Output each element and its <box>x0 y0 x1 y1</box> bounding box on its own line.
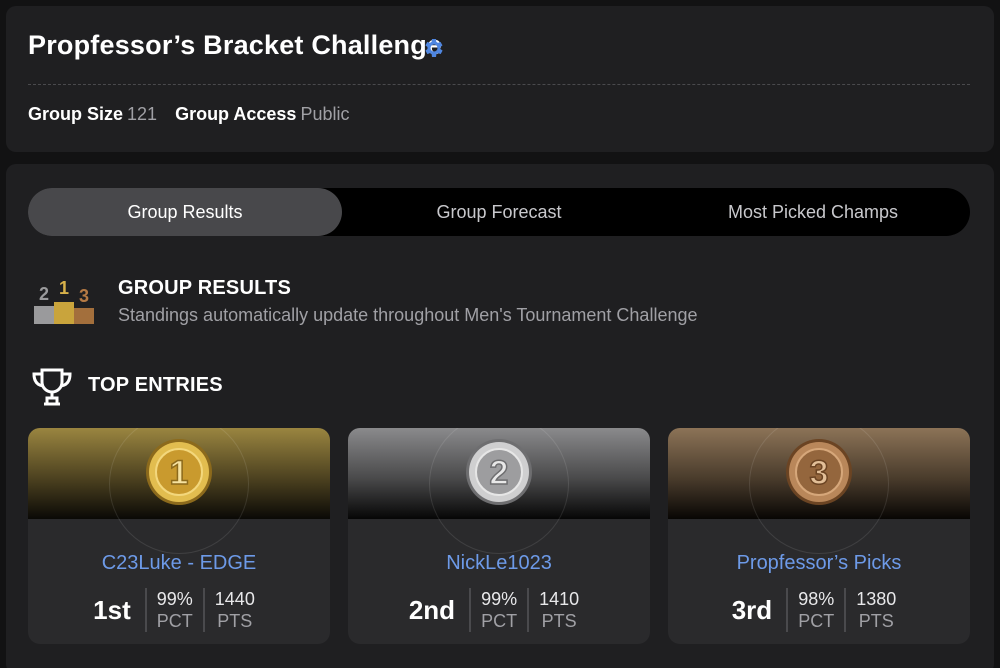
group-title: Propfessor’s Bracket Challenge <box>28 30 443 60</box>
entry-card-1[interactable]: 1 C23Luke - EDGE 1st 99% PCT 1440 PTS <box>28 428 330 644</box>
pct-label: PCT <box>156 611 193 631</box>
tab-group-forecast[interactable]: Group Forecast <box>342 188 656 236</box>
group-size: Group Size 121 <box>28 104 157 125</box>
pts-label: PTS <box>217 611 253 631</box>
entry-stats: 1st 99% PCT 1440 PTS <box>28 588 330 632</box>
entry-stats: 2nd 99% PCT 1410 PTS <box>348 588 650 632</box>
svg-text:2: 2 <box>490 454 509 492</box>
group-access-label: Group Access <box>175 104 297 124</box>
tab-bar: Group Results Group Forecast Most Picked… <box>28 188 970 236</box>
entry-name[interactable]: NickLe1023 <box>348 552 650 575</box>
pct-value: 99% <box>481 589 518 609</box>
pts-value: 1410 <box>539 589 580 609</box>
entry-rank: 2nd <box>408 594 456 625</box>
entry-rank: 3rd <box>731 594 773 625</box>
pts-label: PTS <box>541 611 577 631</box>
pct-value: 98% <box>798 589 835 609</box>
group-access-value: Public <box>300 104 350 124</box>
group-header-panel: Propfessor’s Bracket Challenge Group Siz… <box>6 6 994 152</box>
trophy-icon <box>32 368 72 406</box>
entry-name[interactable]: Propfessor’s Picks <box>668 552 970 575</box>
bronze-medal-icon: 3 <box>786 439 852 505</box>
section-subtitle: Standings automatically update throughou… <box>118 305 698 325</box>
entry-card-3[interactable]: 3 Propfessor’s Picks 3rd 98% PCT 1380 PT… <box>668 428 970 644</box>
entry-pts: 1380 PTS <box>844 588 906 632</box>
group-meta: Group Size 121 Group Access Public <box>28 104 349 125</box>
svg-text:2: 2 <box>39 284 49 304</box>
svg-text:1: 1 <box>170 454 189 492</box>
pct-label: PCT <box>798 611 835 631</box>
svg-text:3: 3 <box>810 454 829 492</box>
entry-pts: 1440 PTS <box>202 588 265 632</box>
pct-label: PCT <box>481 611 518 631</box>
group-size-value: 121 <box>127 104 158 124</box>
gold-medal-icon: 1 <box>146 439 212 505</box>
entry-pct: 98% PCT <box>786 588 844 632</box>
svg-text:1: 1 <box>59 278 69 298</box>
pts-value: 1440 <box>214 589 255 609</box>
pts-value: 1380 <box>856 589 897 609</box>
tab-most-picked-champs[interactable]: Most Picked Champs <box>656 188 970 236</box>
entry-name[interactable]: C23Luke - EDGE <box>28 552 330 575</box>
silver-medal-icon: 2 <box>466 439 532 505</box>
header-divider <box>28 84 970 85</box>
pts-label: PTS <box>858 611 894 631</box>
entry-rank: 1st <box>93 594 131 625</box>
pct-value: 99% <box>156 589 193 609</box>
gear-icon[interactable] <box>422 36 446 60</box>
group-results-panel: Group Results Group Forecast Most Picked… <box>6 164 994 668</box>
entry-pts: 1410 PTS <box>527 588 589 632</box>
entry-pct: 99% PCT <box>469 588 527 632</box>
entry-card-2[interactable]: 2 NickLe1023 2nd 99% PCT 1410 PTS <box>348 428 650 644</box>
entry-pct: 99% PCT <box>144 588 203 632</box>
entry-stats: 3rd 98% PCT 1380 PTS <box>668 588 970 632</box>
section-title: GROUP RESULTS <box>118 277 291 299</box>
svg-text:3: 3 <box>79 286 89 306</box>
group-size-label: Group Size <box>28 104 124 124</box>
top-entries-title: TOP ENTRIES <box>88 374 223 396</box>
tab-group-results[interactable]: Group Results <box>28 188 342 236</box>
group-access: Group Access Public <box>175 104 349 125</box>
podium-icon: 2 1 3 <box>34 278 94 324</box>
